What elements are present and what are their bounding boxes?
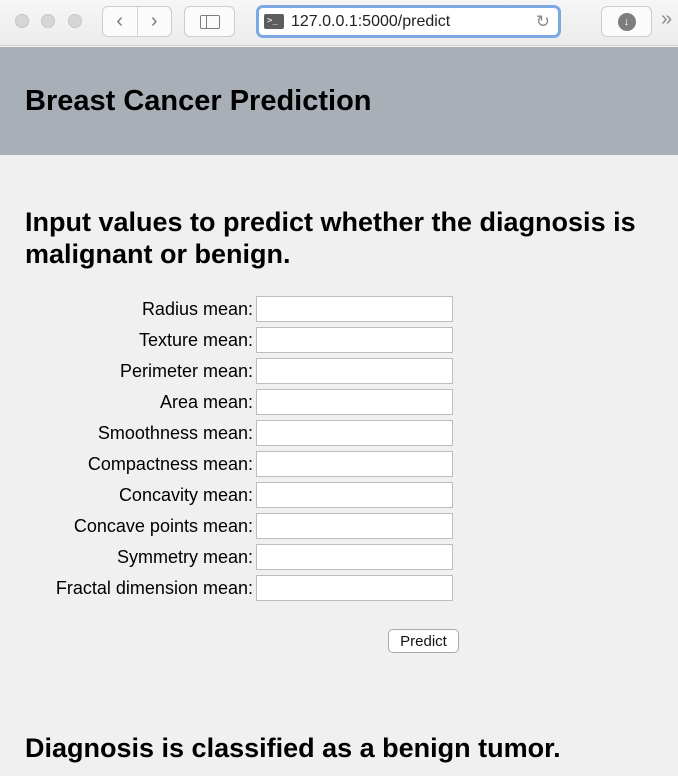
- concavity-mean-input[interactable]: [256, 482, 453, 508]
- area-mean-input[interactable]: [256, 389, 453, 415]
- reload-icon[interactable]: ↻: [536, 12, 550, 32]
- radius-mean-input[interactable]: [256, 296, 453, 322]
- concavity-mean-label: Concavity mean:: [118, 485, 253, 505]
- history-navigation: ‹ ›: [102, 6, 172, 37]
- form-row-compactness-mean: Compactness mean:: [0, 451, 460, 477]
- back-button[interactable]: ‹: [103, 7, 137, 36]
- form-row-symmetry-mean: Symmetry mean:: [0, 544, 460, 570]
- minimize-window-button[interactable]: [41, 14, 55, 28]
- form-row-texture-mean: Texture mean:: [0, 327, 460, 353]
- compactness-mean-input[interactable]: [256, 451, 453, 477]
- address-bar-url[interactable]: 127.0.0.1:5000/predict: [291, 13, 450, 31]
- fractal-dimension-mean-input[interactable]: [256, 575, 453, 601]
- page-title: Breast Cancer Prediction: [25, 85, 372, 117]
- form-row-smoothness-mean: Smoothness mean:: [0, 420, 460, 446]
- predict-button[interactable]: Predict: [388, 629, 459, 653]
- symmetry-mean-label: Symmetry mean:: [116, 547, 253, 567]
- forward-button[interactable]: ›: [136, 7, 172, 36]
- perimeter-mean-input[interactable]: [256, 358, 453, 384]
- smoothness-mean-input[interactable]: [256, 420, 453, 446]
- area-mean-label: Area mean:: [159, 392, 253, 412]
- form-row-perimeter-mean: Perimeter mean:: [0, 358, 460, 384]
- sidebar-toggle-button[interactable]: [184, 6, 235, 37]
- address-bar[interactable]: >_ 127.0.0.1:5000/predict ↻: [256, 5, 561, 38]
- concave-points-mean-input[interactable]: [256, 513, 453, 539]
- concave-points-mean-label: Concave points mean:: [73, 516, 253, 536]
- sidebar-icon: [199, 14, 220, 29]
- browser-toolbar: ‹ › >_ 127.0.0.1:5000/predict ↻ ↓ »: [0, 0, 678, 46]
- downloads-button[interactable]: ↓: [601, 6, 652, 37]
- instructions-heading: Input values to predict whether the diag…: [25, 207, 636, 269]
- close-window-button[interactable]: [15, 14, 29, 28]
- chevron-left-icon: ‹: [116, 10, 124, 32]
- compactness-mean-label: Compactness mean:: [87, 454, 253, 474]
- smoothness-mean-label: Smoothness mean:: [97, 423, 253, 443]
- chevron-right-icon: ›: [150, 10, 158, 32]
- form-row-concave-points-mean: Concave points mean:: [0, 513, 460, 539]
- form-row-concavity-mean: Concavity mean:: [0, 482, 460, 508]
- zoom-window-button[interactable]: [68, 14, 82, 28]
- symmetry-mean-input[interactable]: [256, 544, 453, 570]
- form-row-radius-mean: Radius mean:: [0, 296, 460, 322]
- form-row-fractal-dimension-mean: Fractal dimension mean:: [0, 575, 460, 601]
- perimeter-mean-label: Perimeter mean:: [119, 361, 253, 381]
- fractal-dimension-mean-label: Fractal dimension mean:: [55, 578, 253, 598]
- radius-mean-label: Radius mean:: [141, 299, 253, 319]
- download-icon: ↓: [617, 12, 636, 31]
- form-row-area-mean: Area mean:: [0, 389, 460, 415]
- double-chevron-right-icon[interactable]: »: [661, 8, 672, 31]
- diagnosis-result: Diagnosis is classified as a benign tumo…: [25, 733, 561, 763]
- terminal-icon: >_: [264, 14, 284, 29]
- texture-mean-label: Texture mean:: [138, 330, 253, 350]
- texture-mean-input[interactable]: [256, 327, 453, 353]
